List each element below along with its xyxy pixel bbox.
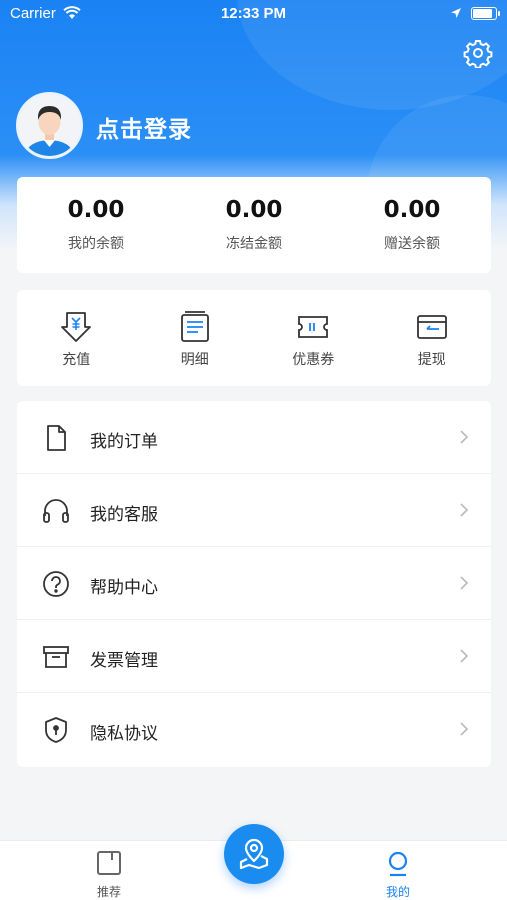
help-icon: [41, 569, 71, 599]
status-bar: Carrier 12:33 PM: [0, 0, 507, 28]
user-icon: [388, 851, 408, 877]
details-icon: [178, 310, 212, 344]
tab-recommend[interactable]: 推荐: [69, 849, 149, 900]
details-label: 明细: [180, 352, 209, 368]
location-arrow-icon: [450, 6, 462, 23]
recharge-label: 充值: [62, 352, 91, 368]
balance-label: 赠送余额: [384, 236, 440, 252]
balance-value: 0.00: [225, 197, 283, 223]
avatar[interactable]: [16, 92, 83, 159]
map-pin-icon: [239, 838, 269, 870]
menu-item-privacy-policy[interactable]: 隐私协议: [17, 693, 491, 766]
recharge-button[interactable]: 充值: [17, 290, 136, 386]
menu-item-label: 发票管理: [90, 651, 158, 671]
settings-gear-icon[interactable]: [463, 38, 493, 69]
menu-item-label: 我的订单: [90, 432, 158, 452]
tab-mine[interactable]: 我的: [358, 849, 438, 900]
balance-item-frozen[interactable]: 0.00 冻结金额: [175, 177, 333, 273]
menu-item-help-center[interactable]: 帮助中心: [17, 547, 491, 620]
document-icon: [41, 423, 71, 453]
archive-box-icon: [41, 642, 71, 672]
menu-item-my-orders[interactable]: 我的订单: [17, 401, 491, 474]
menu-item-customer-service[interactable]: 我的客服: [17, 474, 491, 547]
details-button[interactable]: 明细: [136, 290, 255, 386]
coupon-label: 优惠券: [292, 352, 335, 368]
recommend-icon: [97, 851, 121, 875]
menu-item-label: 隐私协议: [90, 724, 158, 744]
chevron-right-icon: [459, 720, 469, 738]
shield-icon: [41, 715, 71, 745]
chevron-right-icon: [459, 574, 469, 592]
clock: 12:33 PM: [220, 5, 287, 22]
menu-list: 我的订单 我的客服 帮助中心 发票管理 隐私协议: [17, 401, 491, 767]
center-map-button[interactable]: [224, 824, 284, 884]
chevron-right-icon: [459, 428, 469, 446]
balance-value: 0.00: [67, 197, 125, 223]
headphones-icon: [41, 496, 71, 526]
withdraw-button[interactable]: 提现: [373, 290, 492, 386]
chevron-right-icon: [459, 501, 469, 519]
coupon-icon: [296, 310, 330, 344]
tab-label: 我的: [385, 885, 410, 899]
battery-icon: [471, 7, 500, 20]
tab-label: 推荐: [96, 885, 121, 899]
recharge-icon: [59, 310, 93, 344]
balance-card: 0.00 我的余额 0.00 冻结金额 0.00 赠送余额: [17, 177, 491, 273]
balance-label: 冻结金额: [226, 236, 282, 252]
balance-value: 0.00: [383, 197, 441, 223]
menu-item-invoice-management[interactable]: 发票管理: [17, 620, 491, 693]
menu-item-label: 帮助中心: [90, 578, 158, 598]
login-prompt[interactable]: 点击登录: [96, 110, 192, 144]
balance-item-my-balance[interactable]: 0.00 我的余额: [17, 177, 175, 273]
withdraw-icon: [415, 310, 449, 344]
chevron-right-icon: [459, 647, 469, 665]
withdraw-label: 提现: [417, 352, 446, 368]
balance-item-gift[interactable]: 0.00 赠送余额: [333, 177, 491, 273]
wallet-actions: 充值 明细 优惠券 提现: [17, 290, 491, 386]
menu-item-label: 我的客服: [90, 505, 158, 525]
coupon-button[interactable]: 优惠券: [254, 290, 373, 386]
balance-label: 我的余额: [68, 236, 124, 252]
